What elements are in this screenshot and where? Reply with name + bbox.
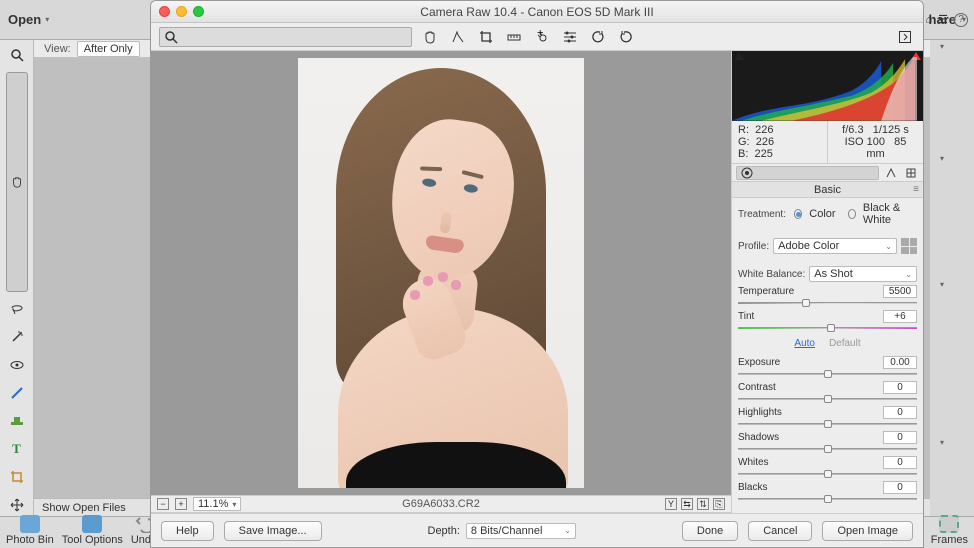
contrast-slider[interactable]: Contrast0 <box>738 381 917 403</box>
chevron-down-icon[interactable]: ▾ <box>940 438 944 447</box>
panel-menu-icon[interactable]: ≡ <box>913 184 919 195</box>
open-image-button[interactable]: Open Image <box>822 521 913 541</box>
settings-icon[interactable]: ☰ <box>938 13 948 26</box>
chevron-down-icon[interactable]: ▾ <box>940 154 944 163</box>
blacks-value[interactable]: 0 <box>883 481 917 494</box>
basic-panel-header: Basic ≡ <box>732 182 923 198</box>
basic-tab-icon[interactable] <box>736 166 879 180</box>
temperature-value[interactable]: 5500 <box>883 285 917 298</box>
white-balance-dropdown[interactable]: As Shot⌄ <box>809 266 917 282</box>
temperature-slider[interactable]: Temperature5500 <box>738 285 917 307</box>
zoom-tool-icon[interactable] <box>6 44 28 66</box>
view-mode-dropdown[interactable]: After Only <box>77 41 140 57</box>
fullscreen-icon[interactable] <box>895 27 915 47</box>
done-button[interactable]: Done <box>682 521 738 541</box>
eye-tool-icon[interactable] <box>6 354 28 376</box>
frames-button[interactable]: Frames <box>931 515 968 546</box>
hand-tool-icon[interactable] <box>6 72 28 292</box>
cancel-button[interactable]: Cancel <box>748 521 812 541</box>
hand-tool-icon[interactable] <box>420 27 440 47</box>
crop-tool-icon[interactable] <box>476 27 496 47</box>
default-link[interactable]: Default <box>829 338 861 349</box>
highlights-value[interactable]: 0 <box>883 406 917 419</box>
exposure-slider[interactable]: Exposure0.00 <box>738 356 917 378</box>
swap-view-icon[interactable]: ⇅ <box>697 498 709 510</box>
svg-text:+: + <box>537 30 543 39</box>
shadows-slider[interactable]: Shadows0 <box>738 431 917 453</box>
filename-label: G69A6033.CR2 <box>151 498 731 510</box>
highlights-slider[interactable]: Highlights0 <box>738 406 917 428</box>
tint-value[interactable]: +6 <box>883 310 917 323</box>
profile-row: Profile: Adobe Color⌄ <box>738 238 917 254</box>
auto-link[interactable]: Auto <box>794 338 815 349</box>
camera-raw-dialog: Camera Raw 10.4 - Canon EOS 5D Mark III … <box>150 0 924 548</box>
image-preview[interactable] <box>151 51 731 495</box>
lasso-tool-icon[interactable] <box>6 298 28 320</box>
move-tool-icon[interactable] <box>6 494 28 516</box>
stamp-tool-icon[interactable] <box>6 410 28 432</box>
dialog-title: Camera Raw 10.4 - Canon EOS 5D Mark III <box>151 5 923 19</box>
host-right-panel: ▾ ▾ ▾ ▾ <box>930 40 974 516</box>
help-icon[interactable]: ? <box>954 13 968 27</box>
save-image-button[interactable]: Save Image... <box>224 521 322 541</box>
rotate-cw-icon[interactable] <box>616 27 636 47</box>
whites-value[interactable]: 0 <box>883 456 917 469</box>
histogram[interactable] <box>732 51 923 121</box>
treatment-color-label[interactable]: Color <box>809 208 835 220</box>
before-after-toggle[interactable]: Y <box>665 498 677 510</box>
home-icon[interactable]: ⌂ <box>925 14 932 26</box>
view-label: View: <box>44 43 71 55</box>
treatment-color-radio[interactable] <box>794 209 802 219</box>
panel-tabstrip <box>732 164 923 182</box>
dialog-titlebar[interactable]: Camera Raw 10.4 - Canon EOS 5D Mark III <box>151 1 923 23</box>
preview-pane: − + 11.1%▾ G69A6033.CR2 Y ⇆ ⇅ ⎘ <box>151 51 731 513</box>
host-tool-palette: T <box>0 40 34 516</box>
white-balance-tool-icon[interactable] <box>448 27 468 47</box>
tint-slider[interactable]: Tint+6 <box>738 310 917 332</box>
preferences-icon[interactable] <box>560 27 580 47</box>
straighten-tool-icon[interactable] <box>504 27 524 47</box>
tool-options-button[interactable]: Tool Options <box>62 515 123 546</box>
wand-tool-icon[interactable] <box>6 326 28 348</box>
blacks-slider[interactable]: Blacks0 <box>738 481 917 503</box>
camera-raw-toolbar: + <box>151 23 923 51</box>
zoom-tool-icon[interactable] <box>159 27 412 47</box>
contrast-value[interactable]: 0 <box>883 381 917 394</box>
info-readout: R: 226 G: 226 B: 225 f/6.3 1/125 s ISO 1… <box>732 121 923 164</box>
treatment-row: Treatment: Color Black & White <box>738 202 917 226</box>
preview-status-bar: − + 11.1%▾ G69A6033.CR2 Y ⇆ ⇅ ⎘ <box>151 495 731 513</box>
treatment-bw-label[interactable]: Black & White <box>863 202 917 226</box>
cycle-view-icon[interactable]: ⇆ <box>681 498 693 510</box>
chevron-down-icon[interactable]: ▾ <box>940 280 944 289</box>
white-balance-row: White Balance: As Shot⌄ <box>738 266 917 282</box>
copy-settings-icon[interactable]: ⎘ <box>713 498 725 510</box>
type-tool-icon[interactable]: T <box>6 438 28 460</box>
chevron-down-icon[interactable]: ▾ <box>45 15 49 24</box>
crop-tool-icon[interactable] <box>6 466 28 488</box>
treatment-bw-radio[interactable] <box>848 209 856 219</box>
photo-content <box>298 58 584 488</box>
exposure-value[interactable]: 0.00 <box>883 356 917 369</box>
curve-tab-icon[interactable] <box>883 166 899 180</box>
profile-dropdown[interactable]: Adobe Color⌄ <box>773 238 897 254</box>
adjustments-panel: R: 226 G: 226 B: 225 f/6.3 1/125 s ISO 1… <box>731 51 923 513</box>
redeye-tool-icon[interactable]: + <box>532 27 552 47</box>
rotate-ccw-icon[interactable] <box>588 27 608 47</box>
photo-bin-button[interactable]: Photo Bin <box>6 515 54 546</box>
shadows-value[interactable]: 0 <box>883 431 917 444</box>
depth-dropdown[interactable]: 8 Bits/Channel⌄ <box>466 523 576 539</box>
dialog-footer: Help Save Image... Depth: 8 Bits/Channel… <box>151 513 923 547</box>
profile-browser-icon[interactable] <box>901 238 917 254</box>
chevron-down-icon[interactable]: ▾ <box>940 42 944 51</box>
brush-tool-icon[interactable] <box>6 382 28 404</box>
host-open-menu[interactable]: Open <box>8 12 41 27</box>
detail-tab-icon[interactable] <box>903 166 919 180</box>
help-button[interactable]: Help <box>161 521 214 541</box>
depth-label: Depth: <box>428 525 460 537</box>
whites-slider[interactable]: Whites0 <box>738 456 917 478</box>
